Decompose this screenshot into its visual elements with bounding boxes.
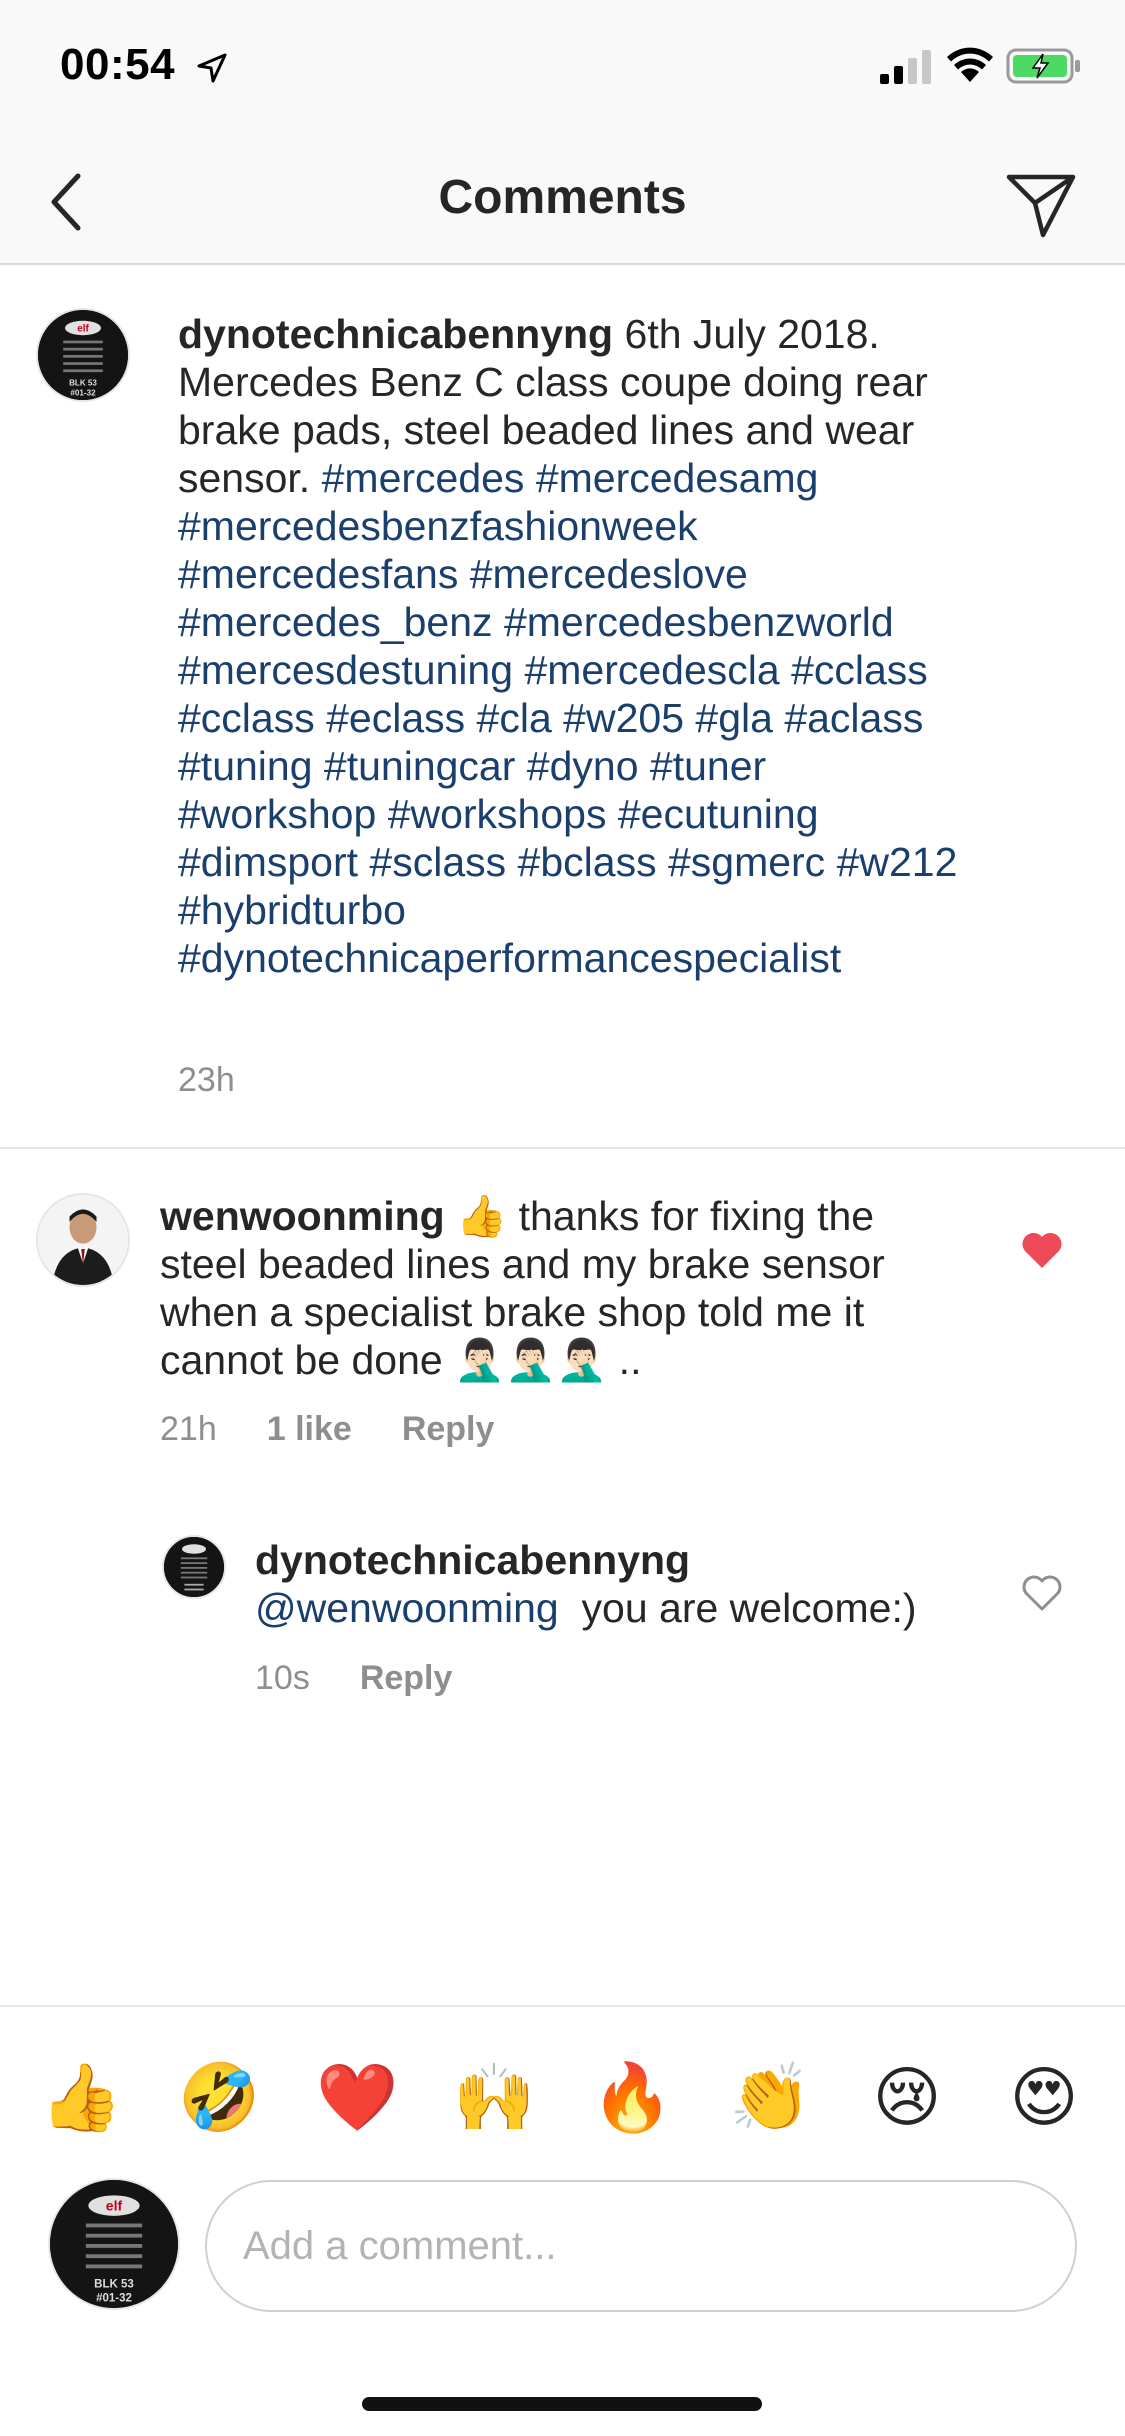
hashtag-link[interactable]: #tuner — [650, 743, 766, 789]
comment-trailing-text: .. — [618, 1337, 642, 1383]
emoji-thumbs-up[interactable]: 👍 — [40, 2057, 122, 2137]
status-time: 00:54 — [60, 40, 176, 89]
add-comment-input[interactable] — [205, 2180, 1077, 2312]
hashtag-link[interactable]: #mercedesbenzworld — [504, 599, 894, 645]
hashtag-link[interactable]: #aclass — [784, 695, 923, 741]
svg-text:#01-32: #01-32 — [96, 2293, 132, 2305]
quick-emoji-bar: 👍 🤣 ❤️ 🙌 🔥 👏 😢 😍 — [0, 2005, 1125, 2165]
hashtag-link[interactable]: #cclass — [791, 647, 928, 693]
hashtag-link[interactable]: #mercedesamg — [536, 455, 819, 501]
comment-reply-button[interactable]: Reply — [402, 1410, 495, 1449]
hashtag-link[interactable]: #sgmerc — [668, 839, 825, 885]
location-arrow-icon — [197, 53, 227, 83]
caption-username[interactable]: dynotechnicabennyng — [178, 311, 613, 357]
current-user-avatar: elf BLK 53 #01-32 — [48, 2178, 180, 2310]
hashtag-link[interactable]: #cclass — [178, 695, 315, 741]
caption-divider — [0, 1147, 1125, 1149]
emoji-crying-face[interactable]: 😢 — [867, 2057, 947, 2137]
caption-text: dynotechnicabennyng 6th July 2018. Merce… — [178, 310, 958, 982]
hashtag-link[interactable]: #gla — [695, 695, 773, 741]
caption-meta: 23h — [178, 1061, 235, 1100]
hashtag-link[interactable]: #tuningcar — [324, 743, 515, 789]
home-indicator[interactable] — [362, 2397, 762, 2411]
like-heart-outline-icon[interactable] — [1020, 1573, 1064, 1613]
hashtag-link[interactable]: #workshop — [178, 791, 376, 837]
emoji-raised-hands[interactable]: 🙌 — [453, 2057, 535, 2137]
thumbs-up-emoji: 👍 — [456, 1193, 508, 1239]
hashtag-link[interactable]: #dynotechnicaperformancespecialist — [178, 935, 841, 981]
caption-hashtags: #mercedes #mercedesamg #mercedesbenzfash… — [178, 455, 957, 981]
hashtag-link[interactable]: #sclass — [369, 839, 506, 885]
reply-username[interactable]: dynotechnicabennyng — [255, 1537, 690, 1583]
comment-timestamp: 21h — [160, 1410, 217, 1448]
share-button[interactable] — [996, 160, 1086, 250]
emoji-rolling-laughing[interactable]: 🤣 — [178, 2057, 260, 2137]
hashtag-link[interactable]: #mercedes — [322, 455, 525, 501]
commenter-avatar[interactable] — [36, 1193, 130, 1287]
comment-composer: elf BLK 53 #01-32 — [0, 2165, 1125, 2335]
hashtag-link[interactable]: #dimsport — [178, 839, 358, 885]
facepalm-emojis: 🤦🏻‍♂️🤦🏻‍♂️🤦🏻‍♂️ — [454, 1337, 608, 1383]
svg-text:elf: elf — [77, 324, 89, 335]
paper-plane-icon — [1006, 174, 1076, 238]
emoji-clapping-hands[interactable]: 👏 — [729, 2057, 811, 2137]
hashtag-link[interactable]: #mercesdestuning — [178, 647, 513, 693]
chevron-left-icon — [51, 173, 81, 231]
hashtag-link[interactable]: #w212 — [837, 839, 958, 885]
wifi-icon — [947, 47, 993, 82]
reply-timestamp: 10s — [255, 1659, 310, 1697]
hashtag-link[interactable]: #mercedeslove — [470, 551, 748, 597]
reply-body: you are welcome:) — [581, 1585, 917, 1631]
hashtag-link[interactable]: #cla — [477, 695, 552, 741]
shop-sign-image-large: elf BLK 53 #01-32 — [50, 2180, 178, 2308]
svg-text:BLK 53: BLK 53 — [94, 2279, 134, 2291]
hashtag-link[interactable]: #mercedesfans — [178, 551, 458, 597]
reply-mention[interactable]: @wenwoonming — [255, 1585, 559, 1631]
reply-text: dynotechnicabennyng @wenwoonming you are… — [255, 1536, 975, 1632]
caption-timestamp: 23h — [178, 1061, 235, 1099]
person-photo — [38, 1195, 128, 1285]
svg-text:elf: elf — [106, 2198, 123, 2214]
emoji-fire[interactable]: 🔥 — [591, 2057, 673, 2137]
hashtag-link[interactable]: #workshops — [388, 791, 607, 837]
svg-text:BLK 53: BLK 53 — [69, 379, 97, 388]
cellular-signal-icon — [880, 50, 931, 84]
hashtag-link[interactable]: #mercedesbenzfashionweek — [178, 503, 698, 549]
emoji-heart-eyes[interactable]: 😍 — [1004, 2057, 1084, 2137]
hashtag-link[interactable]: #tuning — [178, 743, 313, 789]
hashtag-link[interactable]: #ecutuning — [618, 791, 819, 837]
hashtag-link[interactable]: #w205 — [563, 695, 684, 741]
reply-author-avatar[interactable] — [162, 1535, 226, 1599]
emoji-red-heart[interactable]: ❤️ — [316, 2057, 398, 2137]
hashtag-link[interactable]: #hybridturbo — [178, 887, 406, 933]
shop-sign-image: elf BLK 53 #01-32 — [38, 310, 128, 400]
hashtag-link[interactable]: #bclass — [518, 839, 657, 885]
like-heart-filled-icon[interactable] — [1020, 1230, 1064, 1270]
back-button[interactable] — [34, 162, 98, 242]
battery-charging-icon — [1006, 48, 1080, 84]
hashtag-link[interactable]: #dyno — [527, 743, 639, 789]
comment-text: wenwoonming 👍 thanks for fixing the stee… — [160, 1192, 960, 1384]
caption-author-avatar[interactable]: elf BLK 53 #01-32 — [36, 308, 130, 402]
comment-meta: 21h 1 like Reply — [160, 1410, 494, 1449]
comment-likes-count[interactable]: 1 like — [267, 1410, 352, 1449]
navigation-bar: Comments — [0, 140, 1125, 265]
comment-username[interactable]: wenwoonming — [160, 1193, 445, 1239]
hashtag-link[interactable]: #eclass — [326, 695, 465, 741]
page-title: Comments — [438, 171, 687, 224]
reply-reply-button[interactable]: Reply — [360, 1659, 453, 1698]
reply-meta: 10s Reply — [255, 1659, 452, 1698]
svg-text:#01-32: #01-32 — [70, 389, 96, 398]
hashtag-link[interactable]: #mercedescla — [524, 647, 779, 693]
hashtag-link[interactable]: #mercedes_benz — [178, 599, 493, 645]
shop-sign-image-small — [164, 1537, 224, 1597]
status-bar: 00:54 — [0, 0, 1125, 140]
